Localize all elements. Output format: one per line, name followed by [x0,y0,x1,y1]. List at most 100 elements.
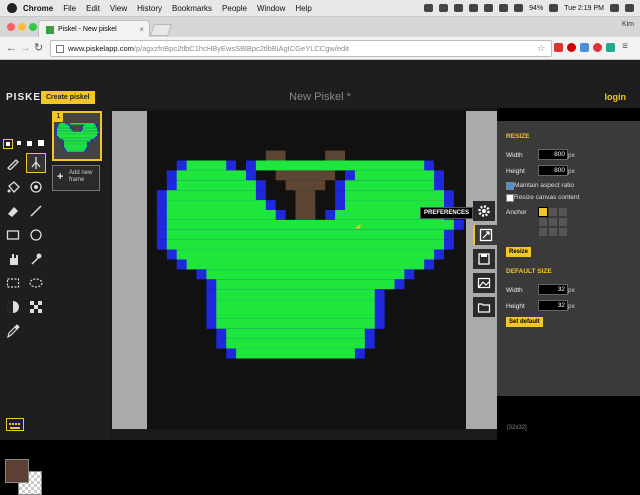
page-info-icon[interactable] [56,44,64,53]
search-icon[interactable] [610,4,619,12]
extension-icon[interactable] [554,43,563,52]
menu-view[interactable]: View [110,4,127,13]
sprite-pixel-run [84,124,96,126]
pen-size-4[interactable] [38,140,44,146]
menu-help[interactable]: Help [295,4,311,13]
lasso-select-tool[interactable] [26,273,46,293]
pen-size-2[interactable] [17,141,21,145]
anchor-cell[interactable] [538,207,548,217]
lighten-tool[interactable] [3,297,23,317]
extension-icon[interactable] [567,43,576,52]
vertical-mirror-pen-tool[interactable] [26,153,46,173]
sprite-canvas[interactable] [147,111,466,429]
sprite-pixel-run [186,160,227,171]
bookmark-star-icon[interactable]: ☆ [537,44,546,53]
menu-edit[interactable]: Edit [86,4,100,13]
tab-close-icon[interactable]: × [139,25,144,34]
sprite-pixel-run [226,328,365,339]
frame-thumbnail[interactable]: 1 [52,111,102,161]
tool-palette [0,108,50,495]
default-width-label: Width [506,287,523,294]
menu-window[interactable]: Window [257,4,285,13]
volume-icon[interactable] [514,4,524,12]
default-height-input[interactable] [538,300,568,311]
back-icon[interactable]: ← [6,41,17,55]
dithering-tool[interactable] [26,297,46,317]
anchor-cell[interactable] [538,217,548,227]
height-input[interactable] [538,165,568,176]
paint-all-tool[interactable] [26,177,46,197]
anchor-cell[interactable] [548,227,558,237]
color-picker-tool[interactable] [3,321,23,341]
rectangle-tool[interactable] [3,225,23,245]
anchor-cell[interactable] [548,217,558,227]
extension-icon[interactable] [580,43,589,52]
menu-file[interactable]: File [63,4,76,13]
apple-icon[interactable] [7,3,17,13]
sprite-pixel-run [176,170,246,181]
anchor-grid [538,207,568,237]
menu-list-icon[interactable] [625,4,634,12]
flag-icon[interactable] [499,4,509,12]
menu-bookmarks[interactable]: Bookmarks [172,4,212,13]
minimize-window-icon[interactable] [18,23,26,31]
anchor-cell[interactable] [548,207,558,217]
battery-percent: 94% [529,4,544,12]
reload-icon[interactable]: ↻ [34,41,43,55]
anchor-cell[interactable] [538,227,548,237]
lighten-icon [7,301,19,313]
status-icon[interactable] [454,4,464,12]
anchor-cell[interactable] [558,227,568,237]
status-icon[interactable] [439,4,449,12]
login-link[interactable]: login [605,92,627,102]
primary-color-swatch[interactable] [5,459,29,483]
status-icon[interactable] [424,4,434,12]
circle-tool[interactable] [26,225,46,245]
browser-tab[interactable]: Piskel - New piskel × [38,20,150,38]
maximize-window-icon[interactable] [29,23,37,31]
resize-button[interactable]: Resize [506,247,532,257]
export-button-tab[interactable] [473,273,495,293]
add-frame-button[interactable]: + Add new frame [52,165,100,191]
keyboard-shortcuts-button[interactable] [6,418,24,431]
piskel-title[interactable]: New Piskel * [0,91,640,103]
close-window-icon[interactable] [7,23,15,31]
anchor-cell[interactable] [558,217,568,227]
chrome-menu-icon[interactable]: ≡ [622,42,631,52]
drawing-canvas[interactable] [147,111,466,429]
resize-button-tab[interactable] [473,225,497,245]
menu-app-name[interactable]: Chrome [23,4,53,13]
extension-icon[interactable] [593,43,602,52]
address-bar[interactable]: www.piskelapp.com /p/agxzfnBpc2tlbC1hcHB… [50,40,552,57]
preferences-button[interactable] [473,201,495,221]
eraser-tool[interactable] [3,201,23,221]
pen-size-1[interactable] [3,139,13,149]
profile-name[interactable]: Kim [622,21,634,28]
pen-icon [7,159,19,170]
import-button-tab[interactable] [473,297,495,317]
stroke-tool[interactable] [26,201,46,221]
menu-history[interactable]: History [137,4,162,13]
tab-title: Piskel - New piskel [58,26,117,33]
width-input[interactable] [538,149,568,160]
set-default-button[interactable]: Set default [506,317,543,327]
default-width-input[interactable] [538,284,568,295]
new-tab-button[interactable] [149,24,173,36]
shape-select-tool[interactable] [26,249,46,269]
battery-icon[interactable] [549,4,559,12]
resize-content-checkbox[interactable] [506,194,514,202]
save-button-tab[interactable] [473,249,495,269]
extension-icon[interactable] [606,43,615,52]
menu-clock[interactable]: Tue 2:19 PM [564,5,604,12]
anchor-cell[interactable] [558,207,568,217]
move-tool[interactable] [3,249,23,269]
menu-people[interactable]: People [222,4,247,13]
maintain-aspect-checkbox[interactable] [506,182,514,190]
pen-tool[interactable] [3,153,23,173]
pen-size-3[interactable] [27,141,32,146]
rect-select-tool[interactable] [3,273,23,293]
forward-icon[interactable]: → [20,41,31,55]
paint-bucket-tool[interactable] [3,177,23,197]
wifi-icon[interactable] [484,4,494,12]
bluetooth-icon[interactable] [469,4,479,12]
